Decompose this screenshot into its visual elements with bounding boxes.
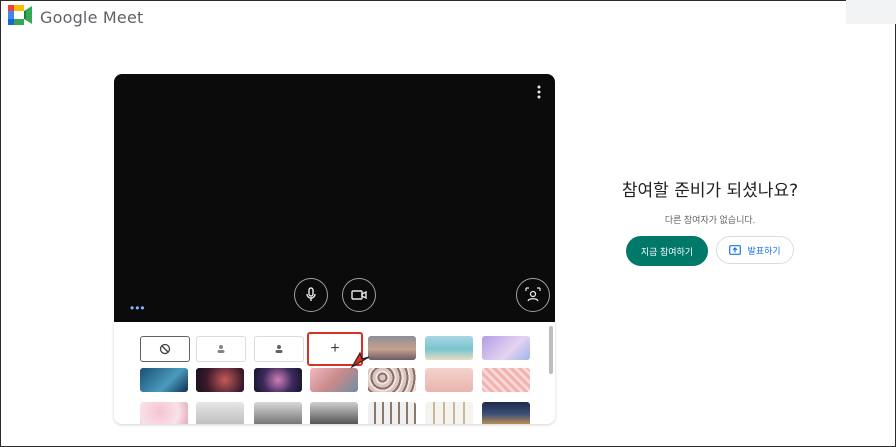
present-label: 발표하기 xyxy=(747,245,781,256)
bg-blur[interactable] xyxy=(254,336,304,362)
person-blur-icon xyxy=(217,345,225,353)
visual-effects-icon xyxy=(525,287,541,302)
bg-purple-sky[interactable] xyxy=(482,336,530,360)
bg-ocean[interactable] xyxy=(140,368,188,392)
microphone-icon xyxy=(306,287,316,301)
bg-shelves[interactable] xyxy=(425,402,473,424)
meet-logo-icon[interactable] xyxy=(8,4,32,30)
join-now-label: 지금 참여하기 xyxy=(640,246,694,257)
join-subtitle: 다른 참여자가 없습니다. xyxy=(664,215,756,225)
effects-button[interactable] xyxy=(516,278,550,312)
top-right-area xyxy=(846,0,896,24)
no-effect-icon xyxy=(159,343,171,355)
mic-button[interactable] xyxy=(294,278,328,312)
present-to-all-icon xyxy=(729,245,742,255)
video-camera-icon xyxy=(351,290,367,300)
bg-galaxy[interactable] xyxy=(254,368,302,392)
person-blur-icon xyxy=(275,345,283,353)
join-panel: 참여할 준비가 되셨나요? 다른 참여자가 없습니다. 지금 참여하기 발표하기 xyxy=(590,176,830,266)
camera-button[interactable] xyxy=(342,278,376,312)
join-title: 참여할 준비가 되셨나요? xyxy=(621,181,799,201)
app-header: Google Meet xyxy=(8,4,144,30)
plus-icon: + xyxy=(330,340,340,357)
bg-pink-flowers[interactable] xyxy=(140,402,188,424)
bg-gallery[interactable] xyxy=(310,402,358,424)
background-picker: + xyxy=(114,322,555,424)
bg-cherry-blossom[interactable] xyxy=(310,368,358,392)
bg-beach[interactable] xyxy=(425,336,473,360)
bg-none[interactable] xyxy=(140,336,190,362)
bg-pebbles[interactable] xyxy=(368,368,416,392)
bg-library[interactable] xyxy=(368,402,416,424)
camera-preview: ••• xyxy=(114,74,555,322)
present-button[interactable]: 발표하기 xyxy=(716,236,794,264)
bg-slight-blur[interactable] xyxy=(196,336,246,362)
bg-pink-pattern[interactable] xyxy=(482,368,530,392)
bg-office[interactable] xyxy=(196,402,244,424)
brand-name: Google Meet xyxy=(40,7,144,27)
bg-pink-wall[interactable] xyxy=(425,368,473,392)
audio-indicator: ••• xyxy=(130,301,146,315)
join-actions: 지금 참여하기 발표하기 xyxy=(590,236,830,266)
more-vert-icon[interactable] xyxy=(533,85,545,101)
bg-night-hotel[interactable] xyxy=(482,402,530,424)
bg-sunset-sea[interactable] xyxy=(368,336,416,360)
bg-loft[interactable] xyxy=(254,402,302,424)
scrollbar[interactable] xyxy=(549,326,553,374)
cursor-arrow-icon xyxy=(350,351,370,369)
bg-nebula-red[interactable] xyxy=(196,368,244,392)
join-now-button[interactable]: 지금 참여하기 xyxy=(626,236,708,266)
